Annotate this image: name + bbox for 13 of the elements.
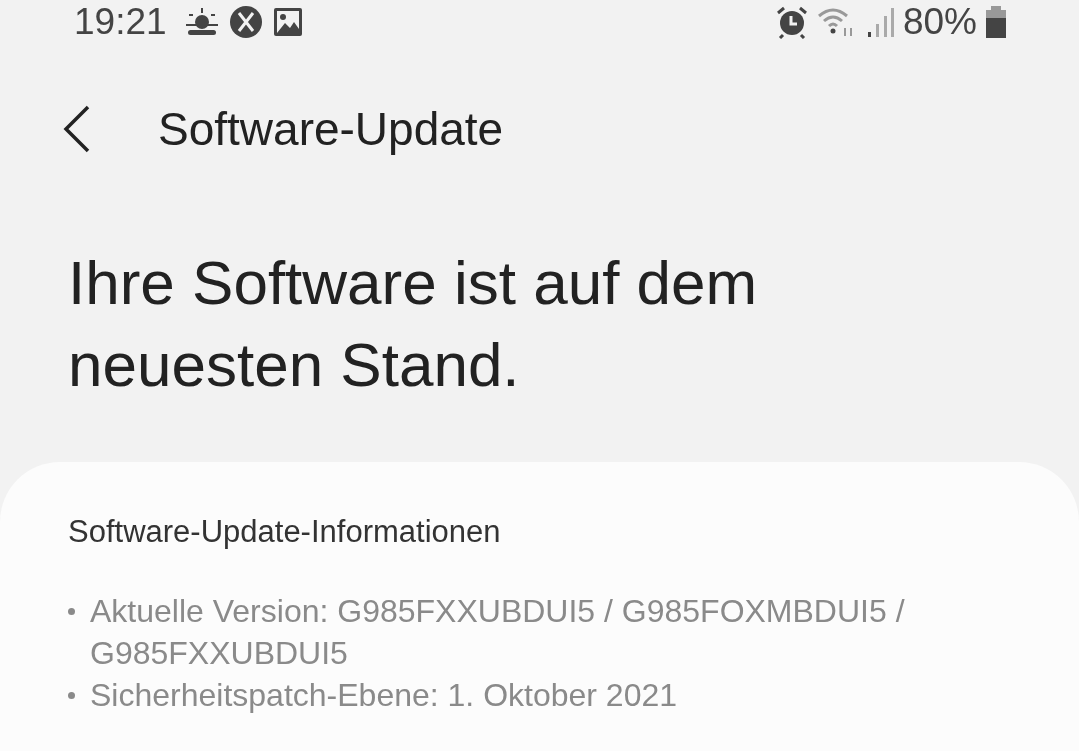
signal-icon	[866, 6, 895, 38]
bullet-icon	[68, 607, 75, 615]
info-text: Aktuelle Version: G985FXXUBDUI5 / G985FOXMBDUI5 / G985FXXUBDUI5	[90, 592, 906, 673]
status-time: 19:21	[74, 1, 167, 43]
alarm-icon	[774, 5, 809, 39]
image-icon	[272, 7, 303, 37]
info-text: Sicherheitspatch-Ebene: 1. Oktober 2021	[90, 676, 678, 715]
card-title: Software-Update-Informationen	[68, 514, 502, 550]
battery-percentage: 80%	[902, 1, 977, 43]
page-title: Software-Update	[158, 102, 504, 156]
battery-icon	[985, 6, 1007, 38]
bullet-icon	[68, 691, 75, 699]
status-headline: Ihre Software ist auf dem neuesten Stand.	[68, 247, 759, 401]
